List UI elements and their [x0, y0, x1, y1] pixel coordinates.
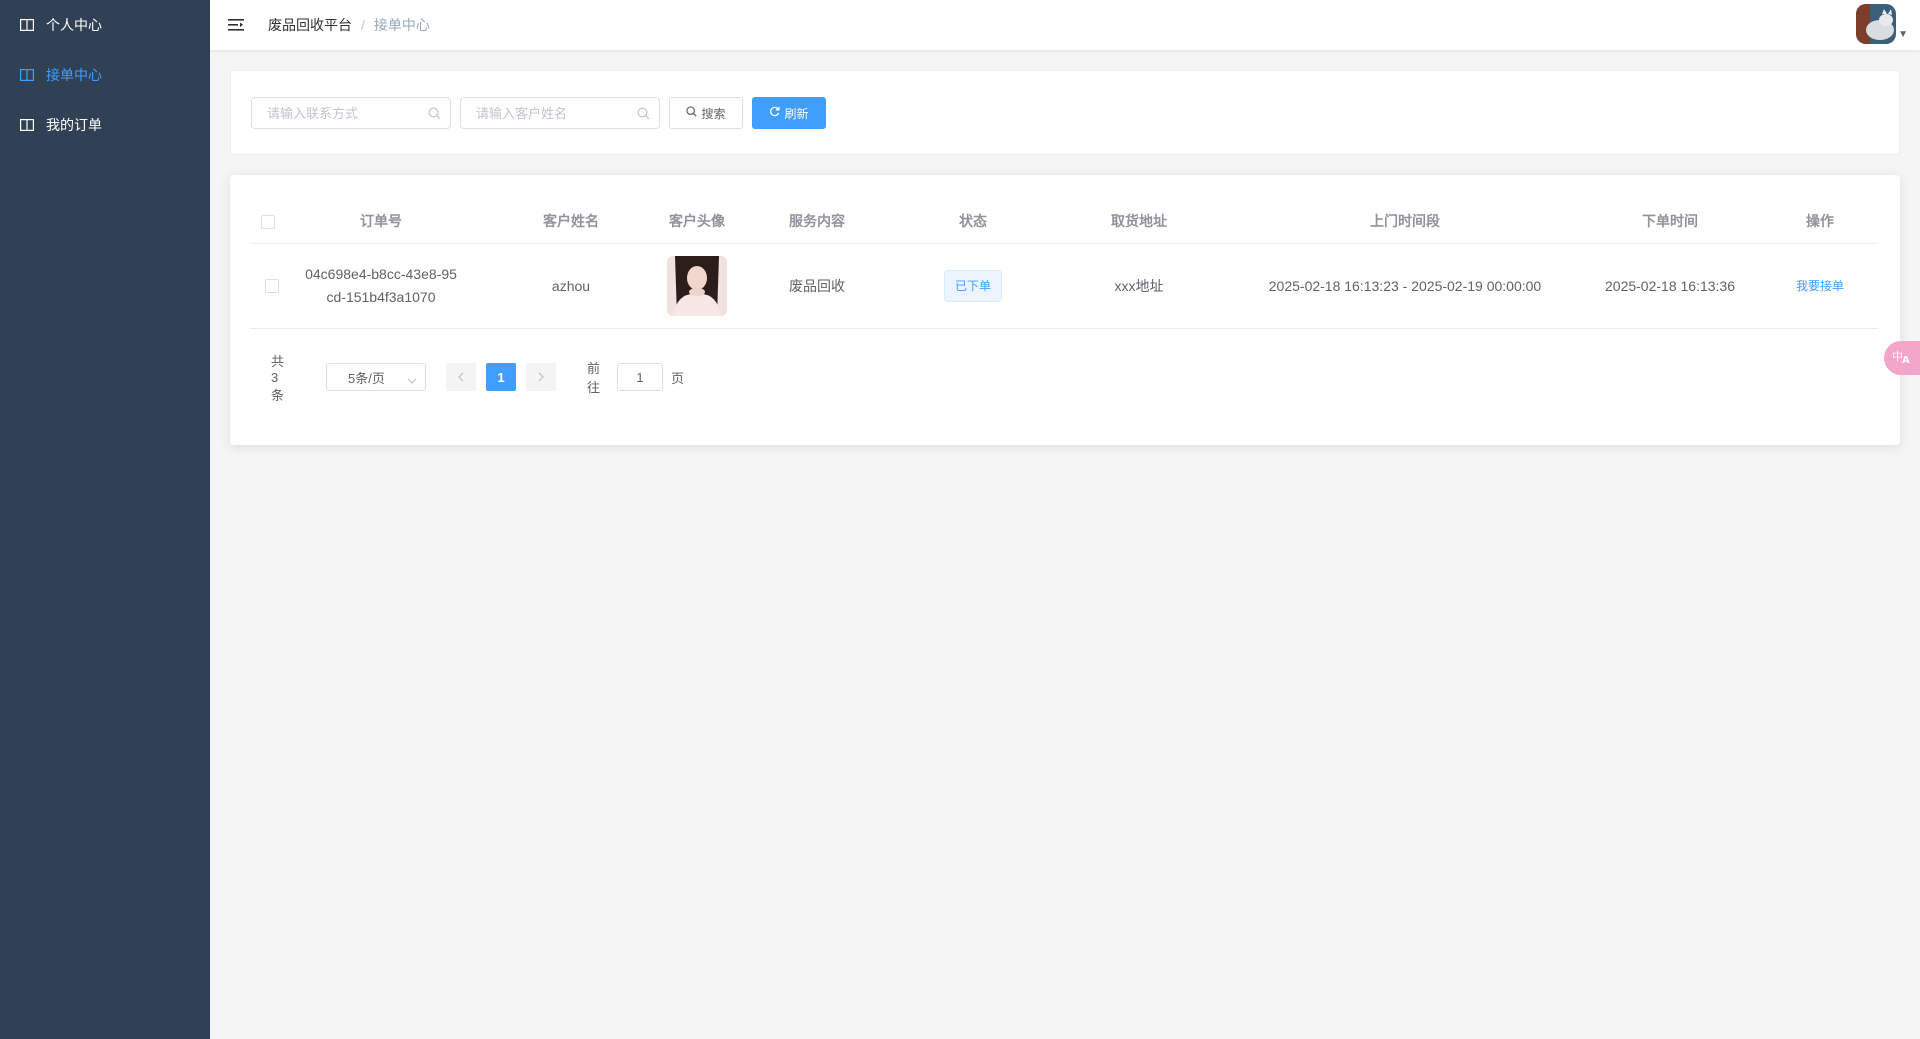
address-cell: xxx地址: [1114, 277, 1164, 294]
column-header-order-no[interactable]: 订单号: [286, 200, 476, 243]
action-cell: 我要接单: [1770, 244, 1870, 328]
search-icon: [686, 106, 698, 120]
book-icon: [20, 119, 34, 131]
select-all-checkbox[interactable]: [261, 214, 275, 229]
translate-floating-button[interactable]: 中 A: [1884, 341, 1920, 375]
next-page-button[interactable]: [526, 363, 556, 391]
sidebar-item-label: 个人中心: [46, 17, 102, 33]
breadcrumb-current: 接单中心: [373, 17, 430, 33]
page-size-value: 5条/页: [348, 370, 385, 386]
search-button-label: 搜索: [701, 106, 726, 121]
customer-avatar-image[interactable]: [667, 256, 727, 316]
sidebar-item-my-orders[interactable]: 我的订单: [0, 100, 210, 150]
page-suffix-label: 页: [671, 370, 685, 386]
svg-text:A: A: [1902, 355, 1910, 365]
caret-down-icon: ▼: [1898, 29, 1908, 40]
row-checkbox[interactable]: [265, 279, 279, 293]
accept-order-link[interactable]: 我要接单: [1796, 275, 1844, 298]
breadcrumb-home[interactable]: 废品回收平台: [268, 15, 352, 35]
sidebar-item-label: 接单中心: [46, 67, 102, 83]
column-header-customer-name[interactable]: 客户姓名: [526, 200, 616, 243]
sidebar-item-label: 我的订单: [46, 117, 102, 133]
chevron-down-icon: [407, 373, 417, 388]
top-navbar: 废品回收平台 / 接单中心 ▼: [210, 0, 1920, 50]
table-row: 04c698e4-b8cc-43e8-95 cd-151b4f3a1070 az…: [250, 244, 1878, 329]
order-time-cell: 2025-02-18 16:13:36: [1605, 277, 1735, 294]
contact-search-field[interactable]: [251, 97, 451, 129]
sidebar: 个人中心 接单中心 我的订单: [0, 0, 210, 1039]
order-table-card: 订单号 客户姓名 客户头像 服务内容 状态 取货地址 上门时间段 下单时间 操作…: [230, 175, 1900, 445]
translate-icon: 中 A: [1892, 347, 1912, 370]
user-avatar-dropdown[interactable]: ▼: [1856, 4, 1908, 44]
goto-page-input[interactable]: [620, 369, 660, 385]
refresh-button-label: 刷新: [784, 106, 809, 121]
column-header-customer-avatar[interactable]: 客户头像: [642, 200, 752, 243]
column-header-time-range[interactable]: 上门时间段: [1255, 200, 1555, 243]
customer-name-cell: azhou: [551, 277, 591, 294]
name-search-input[interactable]: [476, 105, 626, 121]
column-header-order-time[interactable]: 下单时间: [1570, 200, 1770, 243]
column-header-service[interactable]: 服务内容: [762, 200, 872, 243]
hamburger-icon[interactable]: [226, 15, 246, 35]
column-header-address[interactable]: 取货地址: [1074, 200, 1204, 243]
avatar[interactable]: [1856, 4, 1897, 44]
goto-label: 前往: [587, 361, 601, 395]
status-badge: 已下单: [943, 270, 1002, 302]
page-number-1[interactable]: 1: [486, 363, 516, 391]
breadcrumb-separator: /: [361, 17, 365, 33]
status-cell: 已下单: [908, 244, 1038, 328]
search-card: 搜索 刷新: [230, 70, 1900, 155]
service-cell: 废品回收: [789, 277, 845, 294]
table-header: 订单号 客户姓名 客户头像 服务内容 状态 取货地址 上门时间段 下单时间 操作: [250, 200, 1878, 244]
name-search-field[interactable]: [460, 97, 660, 129]
order-number-line2: cd-151b4f3a1070: [326, 289, 436, 305]
search-icon: [637, 107, 650, 123]
time-range-cell: 2025-02-18 16:13:23 - 2025-02-19 00:00:0…: [1268, 277, 1542, 294]
column-header-status[interactable]: 状态: [908, 200, 1038, 243]
column-header-action: 操作: [1806, 213, 1834, 229]
book-icon: [20, 19, 34, 31]
contact-search-input[interactable]: [267, 105, 417, 121]
customer-avatar-cell: [642, 244, 752, 328]
book-icon: [20, 69, 34, 81]
refresh-button[interactable]: 刷新: [752, 97, 826, 129]
search-button[interactable]: 搜索: [669, 97, 743, 129]
page-size-select[interactable]: 5条/页: [326, 363, 426, 391]
goto-page-field[interactable]: [617, 363, 663, 391]
search-icon: [428, 107, 441, 123]
order-number-cell: 04c698e4-b8cc-43e8-95 cd-151b4f3a1070: [286, 244, 476, 328]
pagination-total: 共 3 条: [271, 353, 285, 403]
breadcrumb: 废品回收平台 / 接单中心: [268, 15, 430, 35]
sidebar-item-personal-center[interactable]: 个人中心: [0, 0, 210, 50]
prev-page-button[interactable]: [446, 363, 476, 391]
refresh-icon: [769, 106, 781, 120]
order-number-line1: 04c698e4-b8cc-43e8-95: [305, 266, 457, 282]
sidebar-item-order-center[interactable]: 接单中心: [0, 50, 210, 100]
